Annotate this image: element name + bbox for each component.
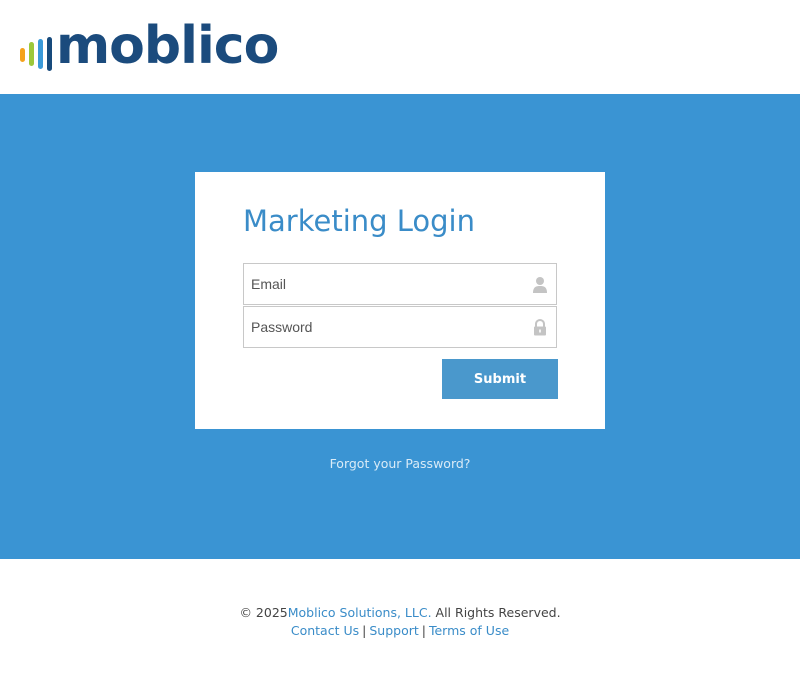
login-band: Marketing Login Submit Forgot your Passw… [0, 94, 800, 559]
lock-icon [534, 319, 546, 336]
logo-bar-light-blue [38, 39, 43, 69]
page-footer: © 2025Moblico Solutions, LLC. All Rights… [0, 559, 800, 675]
user-icon [533, 277, 547, 293]
logo-bar-dark-blue [47, 37, 52, 71]
logo-bar-green [29, 42, 34, 66]
password-input[interactable] [244, 307, 531, 347]
logo-bar-orange [20, 48, 25, 62]
company-link[interactable]: Moblico Solutions, LLC. [288, 605, 432, 620]
contact-us-link[interactable]: Contact Us [291, 623, 359, 638]
footer-links: Contact Us | Support | Terms of Use [0, 623, 800, 638]
signal-bars-logo-icon [20, 18, 54, 74]
moblico-logo[interactable]: moblico [20, 16, 279, 76]
rights-text: All Rights Reserved. [431, 605, 561, 620]
footer-separator: | [421, 623, 426, 638]
copyright-line: © 2025Moblico Solutions, LLC. All Rights… [0, 605, 800, 620]
page-header: moblico [0, 0, 800, 94]
logo-wordmark: moblico [56, 16, 279, 76]
copyright-prefix: © 2025 [239, 605, 288, 620]
submit-button[interactable]: Submit [442, 359, 558, 399]
login-card: Marketing Login Submit [195, 172, 605, 429]
page-title: Marketing Login [243, 204, 475, 238]
footer-separator: | [362, 623, 367, 638]
support-link[interactable]: Support [369, 623, 418, 638]
email-field[interactable] [243, 263, 557, 305]
email-input[interactable] [244, 264, 531, 304]
forgot-password-link[interactable]: Forgot your Password? [0, 456, 800, 471]
terms-of-use-link[interactable]: Terms of Use [429, 623, 509, 638]
password-field[interactable] [243, 306, 557, 348]
